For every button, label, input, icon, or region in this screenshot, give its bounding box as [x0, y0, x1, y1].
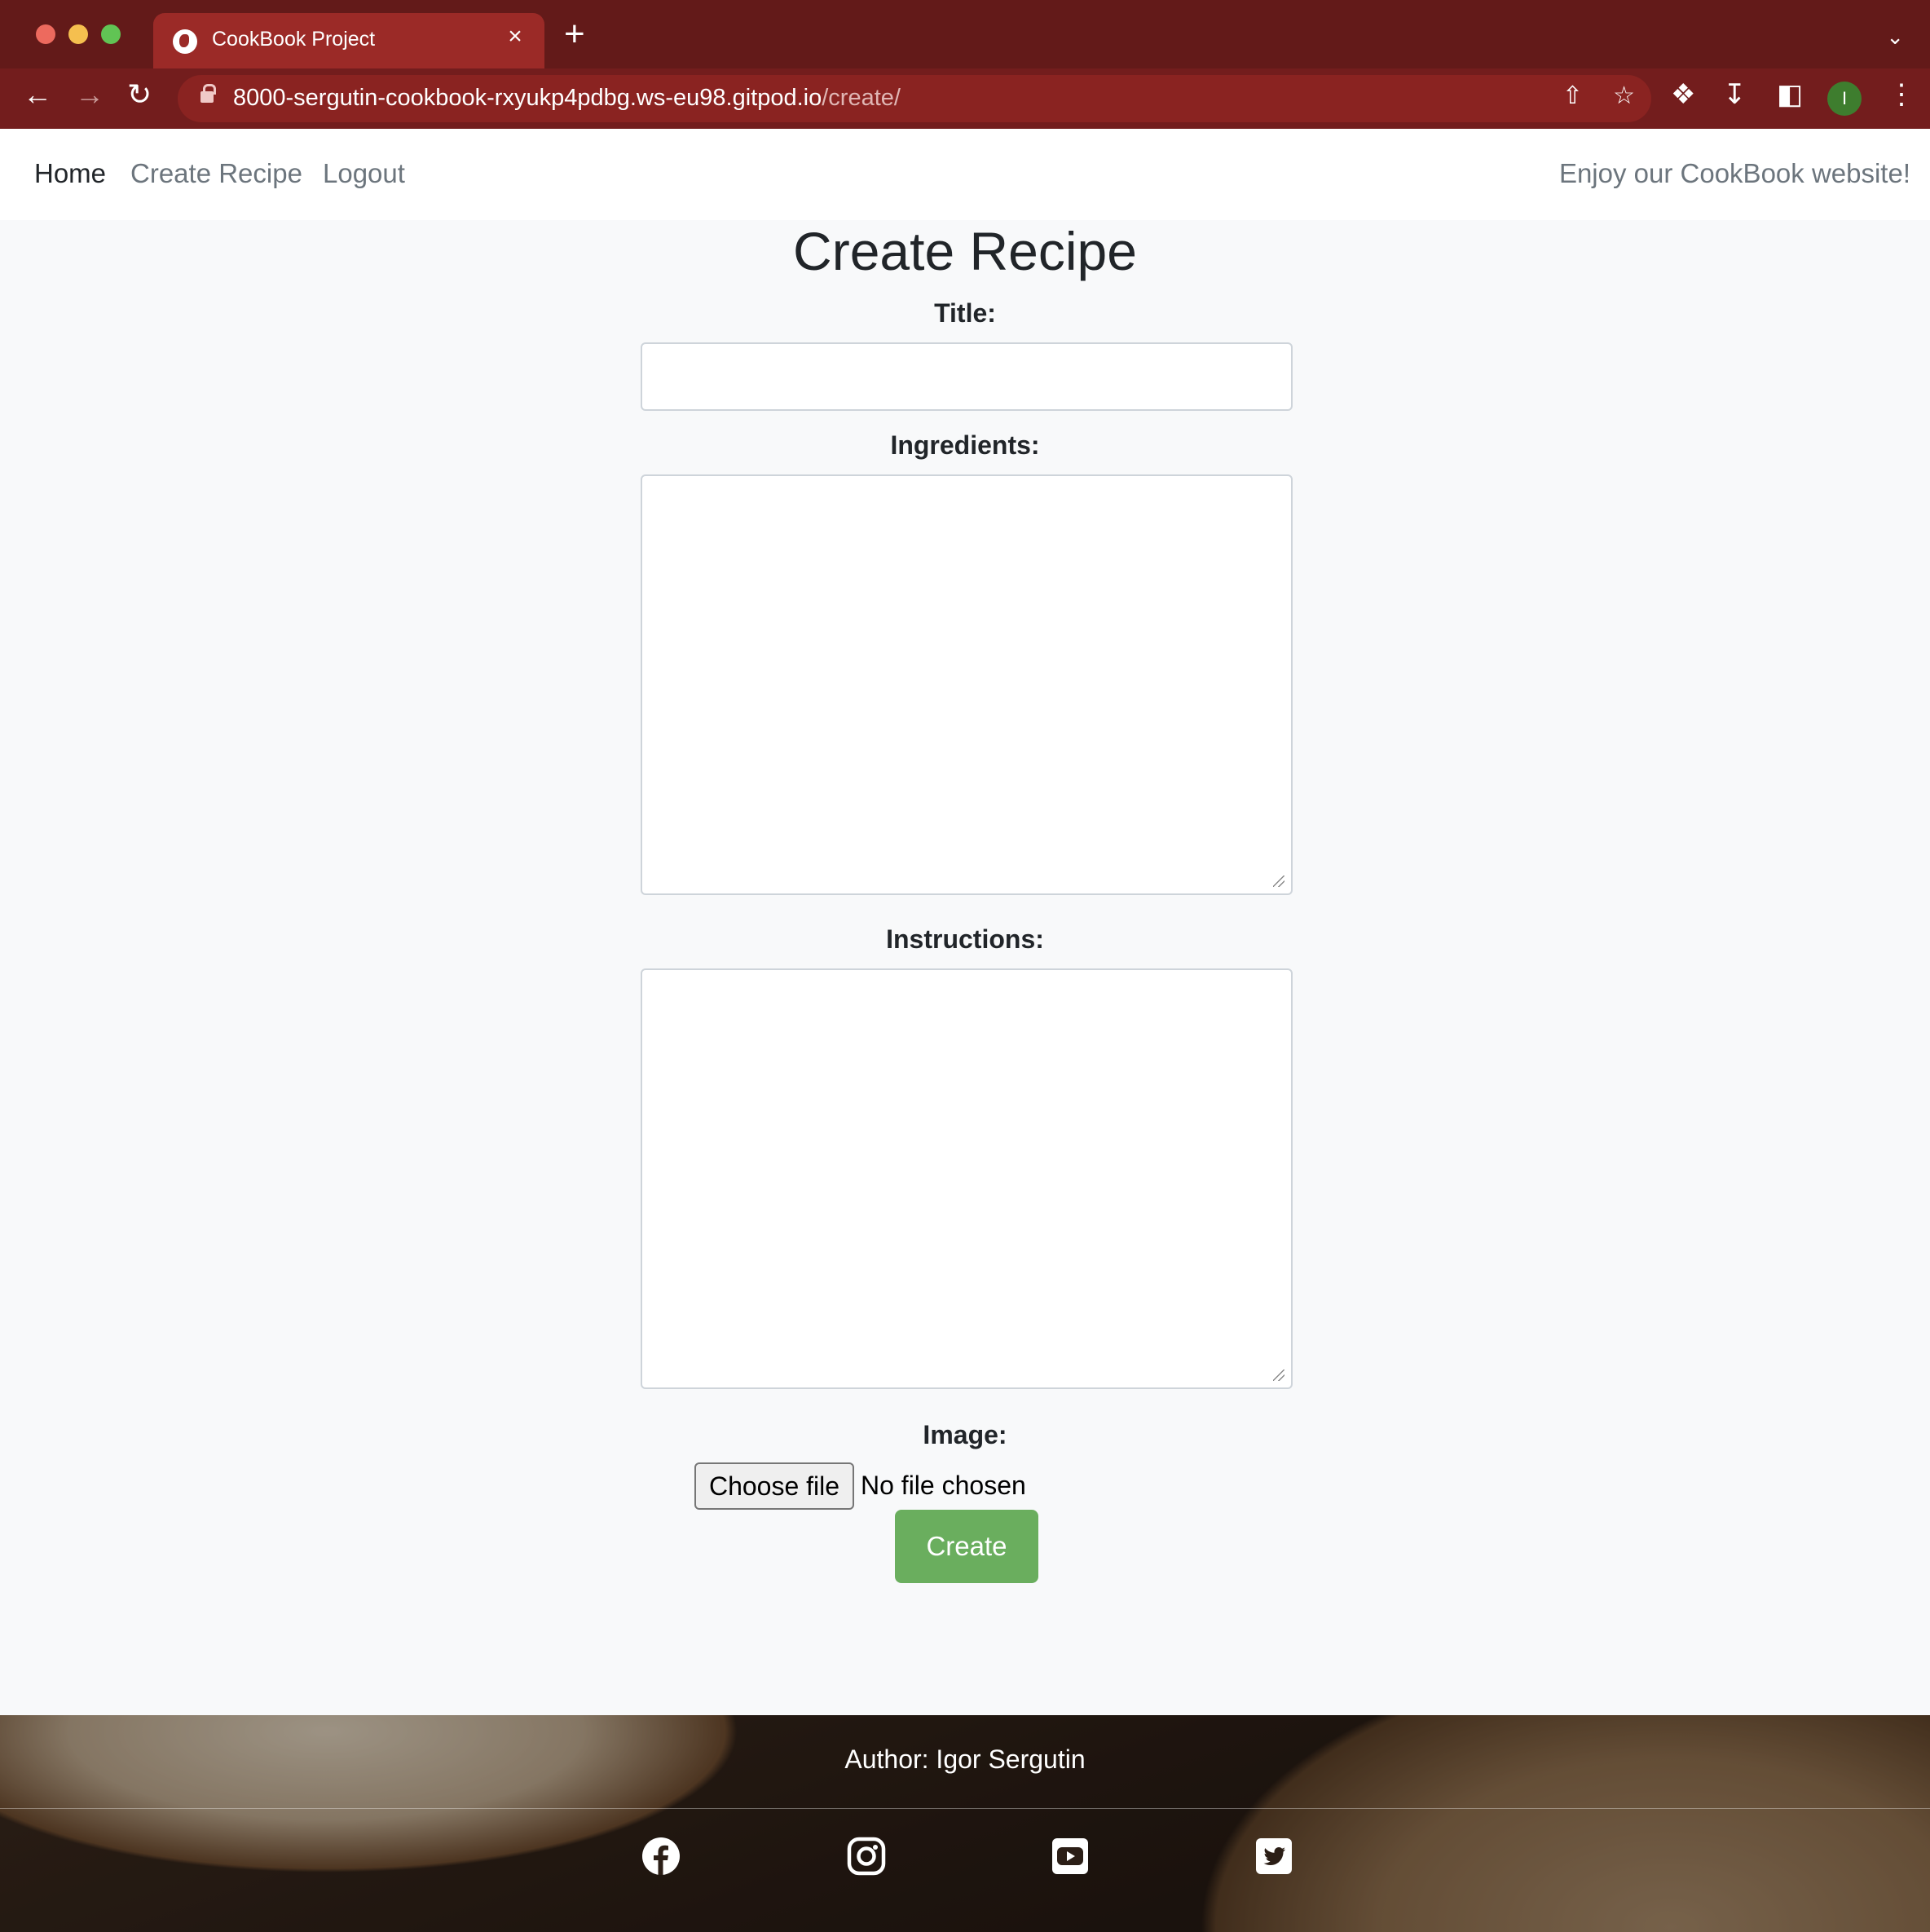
share-icon[interactable]: ⇧ — [1562, 82, 1583, 110]
create-button[interactable]: Create — [895, 1510, 1038, 1583]
url-text[interactable]: 8000-sergutin-cookbook-rxyukp4pdbg.ws-eu… — [233, 85, 901, 112]
reload-icon[interactable]: ↻ — [127, 80, 152, 109]
more-icon[interactable]: ⋮ — [1888, 78, 1915, 111]
star-icon[interactable]: ☆ — [1613, 82, 1635, 110]
browser-chrome: CookBook Project × + ⌄ ← → ↻ 8000-sergut… — [0, 0, 1930, 129]
youtube-icon[interactable] — [1050, 1836, 1091, 1877]
file-status-text: No file chosen — [861, 1471, 1026, 1500]
page-title: Create Recipe — [793, 221, 1137, 281]
footer-divider — [0, 1808, 1930, 1809]
lock-icon[interactable] — [200, 84, 216, 103]
chevron-down-icon[interactable]: ⌄ — [1886, 24, 1904, 50]
instagram-icon[interactable] — [846, 1836, 887, 1877]
puzzle-icon[interactable]: ❖ — [1671, 78, 1695, 111]
ingredients-textarea[interactable] — [641, 474, 1293, 895]
footer-author: Author: Igor Sergutin — [844, 1745, 1086, 1774]
twitter-icon[interactable] — [1254, 1836, 1294, 1877]
tab-title: CookBook Project — [212, 28, 376, 51]
site-footer: Author: Igor Sergutin — [0, 1715, 1930, 1932]
minimize-window-button[interactable] — [68, 24, 88, 44]
image-label: Image: — [923, 1420, 1007, 1449]
tab-strip: CookBook Project × + ⌄ — [0, 0, 1930, 68]
nav-tagline: Enjoy our CookBook website! — [1558, 158, 1910, 188]
nav-home-link[interactable]: Home — [34, 158, 106, 189]
forward-icon[interactable]: → — [75, 80, 104, 109]
sidepanel-icon[interactable]: ◧ — [1777, 78, 1803, 111]
address-bar[interactable]: 8000-sergutin-cookbook-rxyukp4pdbg.ws-eu… — [178, 75, 1651, 122]
globe-icon — [173, 29, 197, 54]
nav-create-recipe-link[interactable]: Create Recipe — [130, 158, 302, 189]
url-path: /create/ — [822, 85, 901, 111]
facebook-icon[interactable] — [641, 1836, 681, 1877]
nav-logout-link[interactable]: Logout — [323, 158, 405, 189]
browser-tab[interactable]: CookBook Project × — [153, 13, 544, 68]
choose-file-button[interactable]: Choose file — [694, 1462, 854, 1510]
download-icon[interactable]: ↧ — [1723, 78, 1747, 111]
instructions-label: Instructions: — [886, 924, 1044, 954]
resize-handle-icon[interactable] — [1273, 1370, 1284, 1381]
close-window-button[interactable] — [36, 24, 55, 44]
site-navbar: Home Create Recipe Logout Enjoy our Cook… — [0, 129, 1930, 220]
maximize-window-button[interactable] — [101, 24, 121, 44]
title-input[interactable] — [641, 342, 1293, 411]
url-host: 8000-sergutin-cookbook-rxyukp4pdbg.ws-eu… — [233, 85, 822, 111]
profile-avatar[interactable]: I — [1827, 82, 1862, 116]
instructions-textarea[interactable] — [641, 968, 1293, 1389]
tab-close-icon[interactable]: × — [500, 23, 530, 51]
back-icon[interactable]: ← — [23, 80, 52, 109]
resize-handle-icon[interactable] — [1273, 876, 1284, 887]
title-label: Title: — [934, 298, 996, 328]
new-tab-button[interactable]: + — [564, 16, 585, 52]
ingredients-label: Ingredients: — [890, 430, 1040, 460]
